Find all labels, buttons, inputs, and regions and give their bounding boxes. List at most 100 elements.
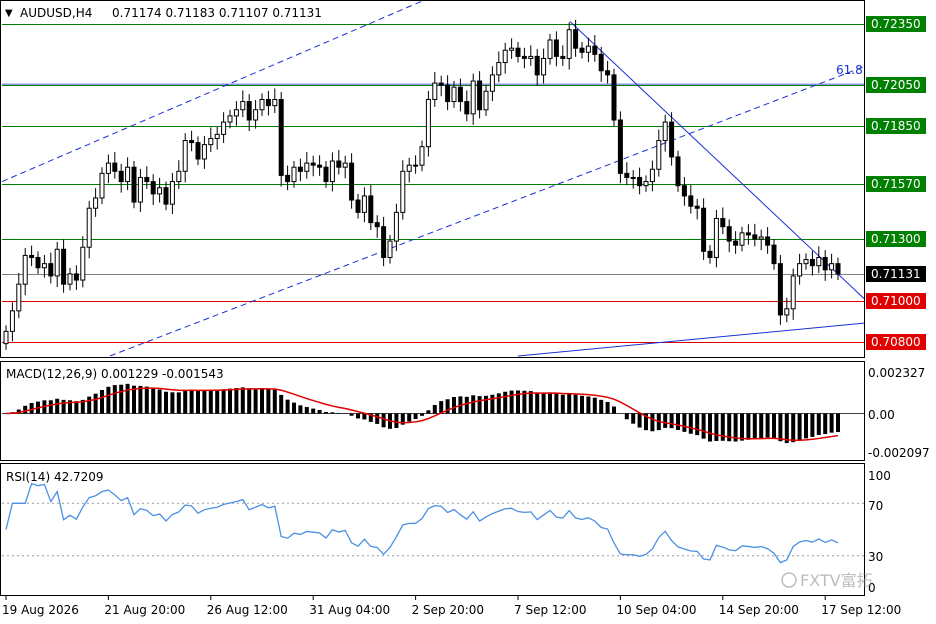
macd-histogram-bar — [23, 405, 28, 414]
macd-scale-zero: 0.00 — [868, 408, 895, 422]
ohlc-label: 0.71174 0.71183 0.71107 0.71131 — [112, 6, 322, 20]
candle-body-bear — [624, 172, 630, 178]
macd-histogram-bar — [151, 388, 156, 414]
candle-body-bear — [131, 166, 137, 203]
candle-body-bear — [381, 226, 387, 258]
candle-body-bear — [720, 217, 726, 228]
chart-collapse-icon[interactable]: ▼ — [5, 8, 13, 19]
macd-histogram-bar — [176, 392, 181, 414]
macd-histogram-bar — [688, 413, 693, 434]
macd-histogram-bar — [324, 411, 328, 414]
candle-body-bull — [400, 170, 406, 213]
x-axis-label: 21 Aug 20:00 — [104, 603, 185, 617]
macd-histogram-bar — [208, 390, 213, 414]
rsi-label: RSI(14) 42.7209 — [6, 470, 104, 484]
macd-histogram-bar — [503, 391, 508, 414]
candle — [777, 255, 783, 325]
macd-histogram-bar — [407, 413, 412, 422]
macd-histogram-bar — [349, 413, 354, 416]
macd-histogram-bar — [375, 413, 380, 424]
candle-body-bear — [336, 160, 342, 168]
macd-histogram-bar — [663, 413, 668, 428]
macd-histogram-bar — [484, 395, 488, 414]
macd-histogram-bar — [55, 398, 60, 414]
candle — [675, 150, 681, 192]
macd-histogram-bar — [381, 413, 386, 428]
candle-body-bear — [688, 195, 694, 207]
macd-histogram-bar — [189, 389, 194, 414]
candle-body-bull — [585, 45, 591, 53]
candle-body-bull — [9, 310, 15, 332]
macd-histogram-bar — [298, 405, 303, 414]
candle-body-bull — [656, 140, 662, 170]
candle-body-bear — [617, 119, 623, 174]
candle-body-bear — [777, 263, 783, 316]
macd-histogram-bar — [612, 406, 616, 414]
macd-histogram-bar — [676, 413, 680, 430]
candle-body-bear — [73, 273, 79, 281]
macd-histogram-bar — [138, 385, 143, 414]
rsi-pane-frame[interactable] — [0, 463, 865, 596]
candle — [131, 161, 137, 209]
macd-histogram-bar — [100, 390, 104, 414]
candle-body-bear — [150, 181, 156, 195]
macd-histogram-bar — [119, 384, 124, 414]
candle-body-bull — [797, 263, 803, 277]
candle-body-bull — [451, 86, 457, 103]
candle-body-bear — [598, 53, 604, 72]
macd-histogram-bar — [253, 388, 258, 414]
candle-body-bull — [643, 181, 649, 187]
candle-body-bull — [99, 172, 105, 199]
candle-body-bull — [406, 164, 412, 172]
x-axis-label: 7 Sep 12:00 — [514, 603, 586, 617]
candle-body-bull — [272, 98, 278, 107]
macd-histogram-bar — [836, 413, 840, 432]
x-axis-label: 17 Sep 12:00 — [821, 603, 901, 617]
trading-chart[interactable]: 0.72350 0.72050 0.71850 0.71570 0.71300 0.711… — [0, 0, 936, 624]
candle-body-bear — [726, 226, 732, 242]
candle-body-bull — [541, 57, 547, 76]
candle-body-bear — [445, 84, 451, 103]
macd-histogram-bar — [292, 402, 296, 414]
candle-body-bull — [125, 166, 131, 183]
candle-body-bull — [713, 217, 719, 258]
macd-histogram-bar — [624, 413, 629, 420]
candle-body-bull — [240, 101, 246, 111]
macd-histogram-bar — [170, 392, 175, 414]
candle-body-bull — [22, 254, 28, 285]
macd-histogram-bar — [125, 383, 130, 414]
candle-body-bull — [784, 308, 790, 316]
macd-histogram-bar — [317, 409, 322, 414]
macd-histogram-bar — [548, 392, 552, 414]
candle-body-bull — [176, 170, 182, 183]
macd-histogram-bar — [260, 388, 264, 414]
macd-histogram-bar — [509, 390, 514, 414]
candle-body-bear — [835, 263, 841, 275]
x-axis-label: 19 Aug 2026 — [2, 603, 79, 617]
symbol-label: AUDUSD,H4 — [20, 6, 92, 20]
price-axis-label: 0.70800 — [871, 335, 921, 349]
macd-histogram-bar — [759, 413, 764, 439]
candle-body-bear — [611, 74, 617, 121]
candle-body-bull — [816, 256, 822, 267]
candle-body-bull — [829, 263, 835, 271]
macd-histogram-bar — [452, 397, 456, 414]
candle-body-bull — [739, 232, 745, 246]
candle-body-bear — [592, 45, 598, 55]
candle-body-bull — [329, 160, 335, 183]
candle — [278, 92, 284, 187]
price-axis-label: 0.71300 — [871, 232, 921, 246]
candle-body-bear — [573, 29, 579, 49]
candle-body-bull — [80, 246, 86, 281]
macd-histogram-bar — [746, 413, 751, 440]
candle-body-bull — [803, 259, 809, 265]
macd-histogram-bar — [304, 407, 309, 414]
candle — [611, 68, 617, 127]
macd-histogram-bar — [637, 413, 642, 428]
candle-body-bull — [157, 187, 163, 195]
candle-body-bull — [93, 197, 99, 209]
macd-histogram-bar — [804, 413, 808, 439]
macd-histogram-bar — [701, 413, 706, 439]
candle-body-bear — [195, 142, 201, 160]
price-pane-frame[interactable] — [0, 0, 865, 358]
